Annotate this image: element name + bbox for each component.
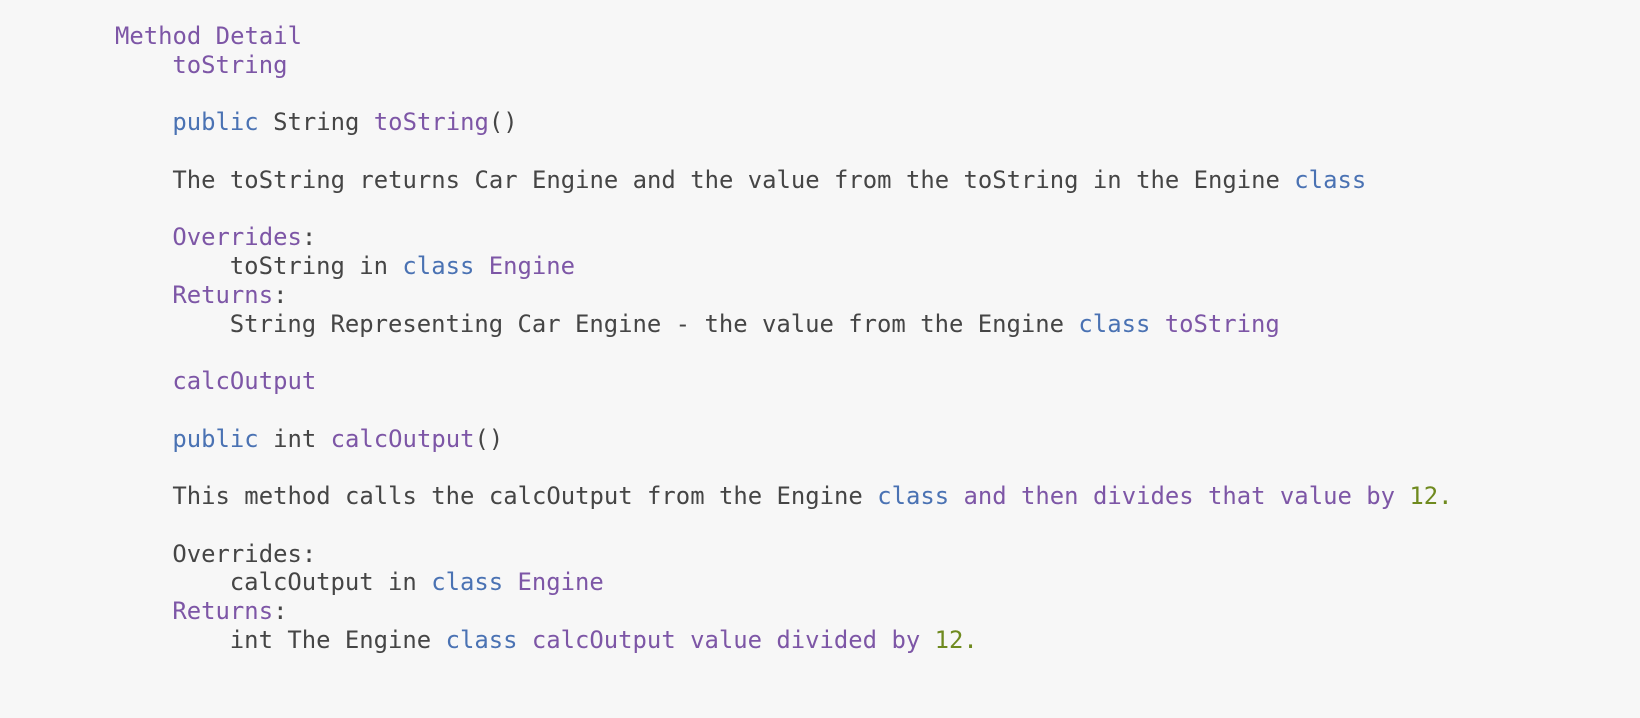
signature-method-name: toString bbox=[373, 108, 489, 137]
returns-tail: toString bbox=[1164, 309, 1280, 338]
method-name-link[interactable]: calcOutput bbox=[172, 367, 316, 395]
method-signature-calcoutput: public int calcOutput() bbox=[115, 425, 1453, 454]
returns-text: int The Engine bbox=[229, 625, 446, 654]
returns-label: Returns bbox=[172, 597, 274, 625]
overrides-keyword: class bbox=[431, 568, 504, 597]
description-text: This method calls the calcOutput from th… bbox=[172, 482, 878, 510]
overrides-in: in bbox=[344, 252, 403, 280]
overrides-label-row: Overrides: bbox=[115, 540, 1453, 569]
returns-colon: : bbox=[273, 597, 288, 625]
method-name-link[interactable]: toString bbox=[172, 51, 287, 79]
returns-number: 12. bbox=[934, 625, 978, 654]
signature-method-name: calcOutput bbox=[330, 424, 475, 453]
overrides-class-link[interactable]: Engine bbox=[518, 568, 604, 596]
modifier: public bbox=[172, 424, 259, 453]
method-signature-tostring: public String toString() bbox=[115, 108, 1453, 137]
overrides-colon: : bbox=[301, 223, 317, 252]
params: () bbox=[488, 108, 518, 137]
overridden-method: toString bbox=[229, 252, 345, 280]
overrides-keyword: class bbox=[402, 252, 475, 280]
description-keyword: class bbox=[1294, 165, 1367, 194]
overrides-label-row: Overrides: bbox=[115, 223, 1453, 252]
returns-text: String Representing Car Engine - the val… bbox=[229, 309, 1079, 338]
overrides-class-link[interactable]: Engine bbox=[489, 252, 575, 280]
overrides-in: in bbox=[373, 568, 432, 597]
returns-colon: : bbox=[273, 280, 288, 309]
method-header-tostring: toString bbox=[115, 51, 1453, 80]
overrides-label: Overrides bbox=[172, 223, 302, 252]
method-description-tostring: The toString returns Car Engine and the … bbox=[115, 166, 1453, 195]
modifier: public bbox=[172, 108, 259, 137]
returns-tail: calcOutput value divided by bbox=[517, 625, 935, 654]
overrides-value-row: toString in class Engine bbox=[115, 252, 1453, 281]
returns-keyword: class bbox=[445, 625, 518, 654]
returns-label-row: Returns: bbox=[115, 597, 1453, 626]
return-type: String bbox=[273, 108, 360, 137]
overridden-method: calcOutput bbox=[229, 568, 374, 597]
method-header-calcoutput: calcOutput bbox=[115, 367, 1453, 396]
returns-label-row: Returns: bbox=[115, 281, 1453, 310]
description-tail: and then divides that value by bbox=[949, 482, 1410, 510]
returns-label: Returns bbox=[172, 280, 274, 309]
returns-keyword: class bbox=[1078, 309, 1151, 338]
returns-value-row: int The Engine class calcOutput value di… bbox=[115, 626, 1453, 655]
returns-value-row: String Representing Car Engine - the val… bbox=[115, 310, 1453, 339]
method-description-calcoutput: This method calls the calcOutput from th… bbox=[115, 482, 1453, 511]
description-text: The toString returns Car Engine and the … bbox=[172, 165, 1295, 194]
overrides-label: Overrides: bbox=[172, 539, 317, 568]
description-number: 12. bbox=[1409, 482, 1453, 510]
method-detail-document: Method Detail toString public String toS… bbox=[115, 22, 1453, 655]
return-type: int bbox=[273, 424, 317, 453]
overrides-value-row: calcOutput in class Engine bbox=[115, 568, 1453, 597]
section-title: Method Detail bbox=[115, 22, 302, 50]
description-keyword: class bbox=[877, 482, 950, 510]
params: () bbox=[474, 424, 504, 453]
